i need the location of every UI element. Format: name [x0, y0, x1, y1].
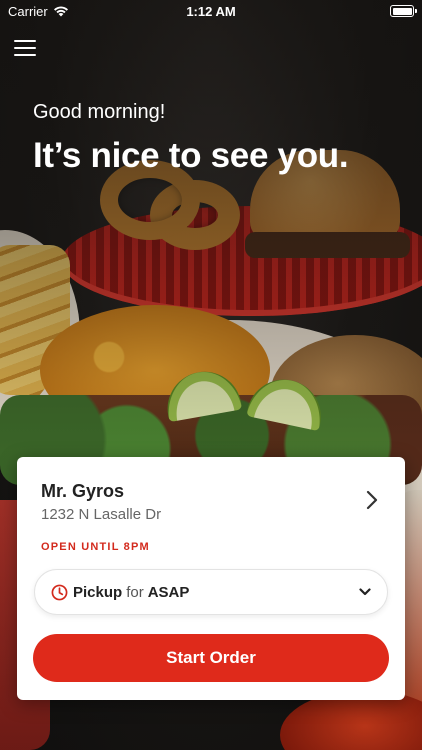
chevron-right-icon [366, 490, 378, 510]
status-left: Carrier [8, 4, 69, 19]
menu-line [14, 40, 36, 42]
wifi-icon [53, 6, 68, 17]
start-order-button[interactable]: Start Order [33, 634, 389, 682]
store-selector[interactable]: Mr. Gyros 1232 N Lasalle Dr [17, 457, 405, 537]
menu-line [14, 54, 36, 56]
order-mode-for: for [126, 583, 144, 601]
greeting-text: Good morning! [33, 101, 166, 123]
clock-icon [51, 584, 68, 600]
store-card: Mr. Gyros 1232 N Lasalle Dr OPEN UNTIL 8… [17, 457, 405, 700]
chevron-down-icon [359, 588, 371, 596]
store-address: 1232 N Lasalle Dr [41, 506, 162, 523]
hamburger-menu-icon[interactable] [14, 38, 36, 58]
page-title: It’s nice to see you. [33, 136, 349, 175]
order-mode-selector[interactable]: Pickup for ASAP [34, 569, 388, 615]
status-bar: Carrier 1:12 AM [0, 0, 422, 22]
battery-icon [390, 5, 417, 17]
store-hours-status: OPEN UNTIL 8PM [41, 541, 150, 553]
order-mode-label: Pickup [73, 583, 123, 601]
carrier-label: Carrier [8, 3, 48, 19]
menu-line [14, 47, 36, 49]
order-time-label: ASAP [147, 583, 190, 601]
store-name: Mr. Gyros [41, 481, 125, 501]
battery-level [392, 7, 412, 15]
